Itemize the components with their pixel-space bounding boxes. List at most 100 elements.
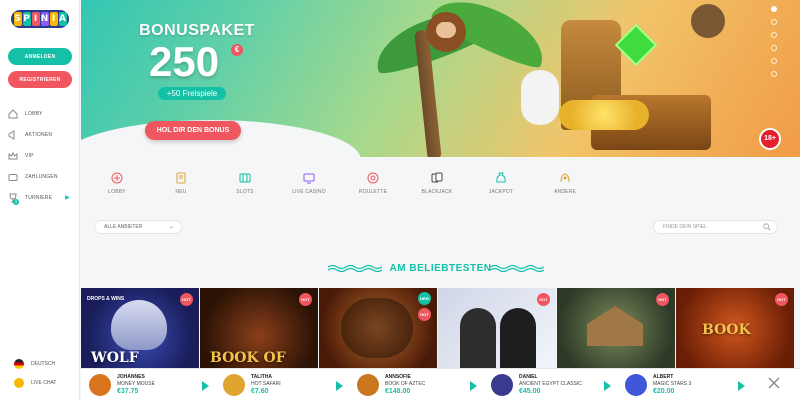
tab-label: BLACKJACK (421, 189, 453, 195)
hot-badge: HOT (299, 293, 312, 306)
winner-item[interactable]: JOHANNES MONEY MOUSE €37.75 (81, 373, 215, 396)
winner-item[interactable]: ANNSOFIE BOOK OF AZTEC €148.00 (349, 373, 483, 396)
game-artwork-title: WOLF (91, 350, 139, 366)
game-tile[interactable]: DROPS & WINS HOT WOLF (81, 288, 199, 368)
tab-andere[interactable]: ANDERE (533, 162, 597, 204)
carousel-dot[interactable] (771, 71, 777, 77)
winner-amount: €7.60 (251, 388, 269, 395)
claim-bonus-button[interactable]: HOL DIR DEN BONUS (145, 121, 241, 140)
winner-info: JOHANNES MONEY MOUSE €37.75 (117, 374, 155, 395)
tab-roulette[interactable]: ROULETTE (341, 162, 405, 204)
new-icon (174, 171, 188, 185)
login-button[interactable]: ANMELDEN (8, 48, 72, 65)
sidebar-item-label: VIP (25, 152, 34, 159)
lobby-icon (110, 171, 124, 185)
sidebar-item-label: ZAHLUNGEN (25, 173, 58, 180)
hero-currency: € (231, 44, 243, 56)
tab-label: NEU (175, 189, 187, 195)
play-icon[interactable] (604, 380, 611, 391)
megaphone-icon (8, 129, 18, 140)
register-button[interactable]: REGISTRIEREN (8, 71, 72, 88)
winner-amount: €20.00 (653, 388, 675, 395)
language-selector[interactable]: DEUTSCH (14, 359, 55, 369)
hero-banner[interactable]: BONUSPAKET 250 € +50 Freispiele HOL DIR … (81, 0, 800, 157)
new-badge: NEW (418, 292, 431, 305)
logo-letter: I (49, 12, 58, 26)
provider-label: ALLE ANBIETER (104, 224, 143, 230)
tab-label: ANDERE (553, 189, 577, 195)
logo-letter: N (40, 12, 49, 26)
sidebar-item-turniere[interactable]: 3 TURNIERE ▶ (0, 187, 80, 208)
close-icon[interactable] (768, 377, 780, 389)
winner-item[interactable]: ALBERT MAGIC STARS 3 €20.00 (617, 373, 751, 396)
winner-game: HOT SAFARI (251, 381, 281, 387)
category-bar: LOBBY NEU SLOTS LIVE CASINO ROULETTE BLA… (81, 162, 800, 204)
carousel-dot[interactable] (771, 6, 777, 12)
game-tile[interactable]: NEW HOT (319, 288, 437, 368)
hot-badge: HOT (656, 293, 669, 306)
hot-badge: HOT (180, 293, 193, 306)
lobby-icon (8, 108, 18, 119)
winner-item[interactable]: TALITHA HOT SAFARI €7.60 (215, 373, 349, 396)
temple-artwork (587, 306, 643, 346)
tab-neu[interactable]: NEU (149, 162, 213, 204)
gold-coins-illustration (559, 100, 649, 130)
live-chat-button[interactable]: LIVE CHAT (14, 378, 56, 388)
winner-amount: €148.00 (385, 388, 411, 395)
winner-name: DANIEL (519, 374, 538, 380)
winner-amount: €37.75 (117, 388, 139, 395)
sidebar-item-zahlungen[interactable]: ZAHLUNGEN (0, 166, 80, 187)
game-tile[interactable]: HOT BOOK OF (200, 288, 318, 368)
carousel-dot[interactable] (771, 32, 777, 38)
play-icon[interactable] (470, 380, 477, 391)
hot-badge: HOT (537, 293, 550, 306)
play-icon[interactable] (202, 380, 209, 391)
winner-info: ALBERT MAGIC STARS 3 €20.00 (653, 374, 691, 395)
winner-game: MAGIC STARS 3 (653, 381, 692, 387)
notification-badge: 3 (13, 199, 19, 205)
winner-item[interactable]: DANIEL ANCIENT EGYPT CLASSIC €45.00 (483, 373, 617, 396)
sidebar-item-aktionen[interactable]: AKTIONEN (0, 124, 80, 145)
free-spins-badge: +50 Freispiele (158, 87, 226, 100)
game-tile[interactable]: HOT BOOK (676, 288, 794, 368)
spinia-logo[interactable]: SPINIA (11, 10, 69, 28)
winner-game: MONEY MOUSE (117, 381, 155, 387)
game-tile[interactable]: HOT (438, 288, 556, 368)
winner-amount: €45.00 (519, 388, 541, 395)
carousel-dot[interactable] (771, 45, 777, 51)
money-bag-icon (494, 171, 508, 185)
expand-arrow-icon[interactable]: ▶ (65, 194, 70, 201)
provider-dropdown[interactable]: ALLE ANBIETER ⌄ (94, 220, 182, 234)
sidebar-item-vip[interactable]: VIP (0, 145, 80, 166)
tab-slots[interactable]: SLOTS (213, 162, 277, 204)
carousel-dot[interactable] (771, 19, 777, 25)
search-input[interactable]: FINDE DEIN SPIEL (653, 220, 778, 234)
play-icon[interactable] (336, 380, 343, 391)
hot-badge: HOT (775, 293, 788, 306)
owl-illustration (691, 4, 725, 38)
wallet-icon (8, 172, 18, 182)
tab-live-casino[interactable]: LIVE CASINO (277, 162, 341, 204)
game-thumbnail (491, 373, 513, 396)
play-icon[interactable] (738, 380, 745, 391)
tab-jackpot[interactable]: JACKPOT (469, 162, 533, 204)
carousel-dot[interactable] (771, 58, 777, 64)
game-artwork-title: BOOK OF (210, 350, 286, 366)
dealer-artwork (500, 308, 536, 368)
slots-icon (238, 171, 252, 185)
tab-label: ROULETTE (358, 189, 388, 195)
search-icon[interactable] (763, 223, 771, 231)
german-flag-icon (14, 359, 24, 369)
search-placeholder: FINDE DEIN SPIEL (663, 224, 707, 230)
sidebar-nav: LOBBY AKTIONEN VIP ZAHLUNGEN 3 TURNIERE … (0, 103, 80, 208)
rabbit-illustration (521, 70, 559, 125)
sidebar-item-lobby[interactable]: LOBBY (0, 103, 80, 124)
carousel-dots (771, 6, 777, 84)
tab-lobby[interactable]: LOBBY (85, 162, 149, 204)
game-tile[interactable]: HOT (557, 288, 675, 368)
hot-badge: HOT (418, 308, 431, 321)
winner-info: TALITHA HOT SAFARI €7.60 (251, 374, 281, 395)
monkey-face-illustration (436, 22, 456, 38)
winner-name: TALITHA (251, 374, 273, 380)
tab-blackjack[interactable]: BLACKJACK (405, 162, 469, 204)
